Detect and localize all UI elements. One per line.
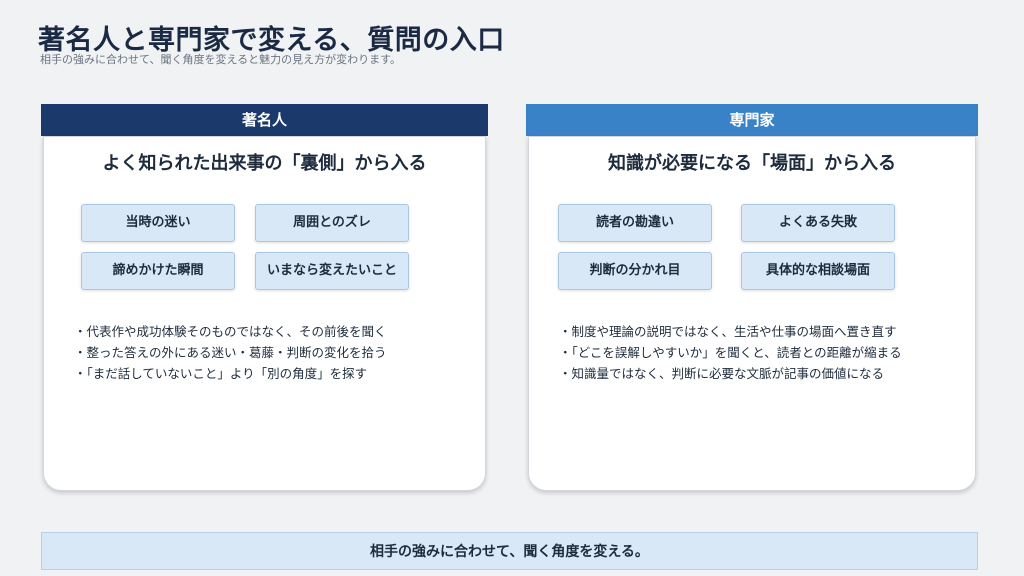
list-item: ・知識量ではなく、判断に必要な文脈が記事の価値になる [559,366,885,381]
celebrity-header: 著名人 [41,104,488,136]
celebrity-bullet-list: ・代表作や成功体験そのものではなく、その前後を聞く ・整った答えの外にある迷い・… [74,321,453,384]
expert-card: 知識が必要になる「場面」から入る 読者の勘違い よくある失敗 判断の分かれ目 具… [528,136,976,491]
list-item: ・代表作や成功体験そのものではなく、その前後を聞く [74,324,387,339]
summary-banner: 相手の強みに合わせて、聞く角度を変える。 [41,532,978,570]
page-subtitle: 相手の強みに合わせて、聞く角度を変えると魅力の見え方が変わります。 [40,53,402,66]
expert-card-title: 知識が必要になる「場面」から入る [608,153,896,174]
tag-gap-with-others[interactable]: 周囲とのズレ [255,204,409,242]
expert-bullet-list: ・制度や理論の説明ではなく、生活や仕事の場面へ置き直す ・「どこを誤解しやすいか… [559,321,943,384]
list-item: ・整った答えの外にある迷い・葛藤・判断の変化を拾う [74,345,387,360]
celebrity-column: 著名人 よく知られた出来事の「裏側」から入る 当時の迷い 周囲とのズレ 諦めかけ… [41,104,488,491]
celebrity-card-title: よく知られた出来事の「裏側」から入る [102,153,427,174]
list-item: ・「どこを誤解しやすいか」を聞くと、読者との距離が縮まる [559,345,902,360]
tag-what-to-change-now[interactable]: いまなら変えたいこと [255,252,409,290]
slide: 著名人と専門家で変える、質問の入口 相手の強みに合わせて、聞く角度を変えると魅力… [0,0,1024,576]
tag-common-mistake[interactable]: よくある失敗 [741,204,895,242]
expert-column: 専門家 知識が必要になる「場面」から入る 読者の勘違い よくある失敗 判断の分か… [526,104,978,491]
tag-concrete-consultation[interactable]: 具体的な相談場面 [741,252,895,290]
tag-moment-of-giving-up[interactable]: 諦めかけた瞬間 [81,252,235,290]
expert-header: 専門家 [526,104,978,136]
tag-decision-point[interactable]: 判断の分かれ目 [558,252,712,290]
list-item: ・「まだ話していないこと」より「別の角度」を探す [74,366,368,381]
tag-reader-misunderstanding[interactable]: 読者の勘違い [558,204,712,242]
celebrity-card: よく知られた出来事の「裏側」から入る 当時の迷い 周囲とのズレ 諦めかけた瞬間 … [43,136,486,491]
tag-hesitation[interactable]: 当時の迷い [81,204,235,242]
list-item: ・制度や理論の説明ではなく、生活や仕事の場面へ置き直す [559,324,897,339]
